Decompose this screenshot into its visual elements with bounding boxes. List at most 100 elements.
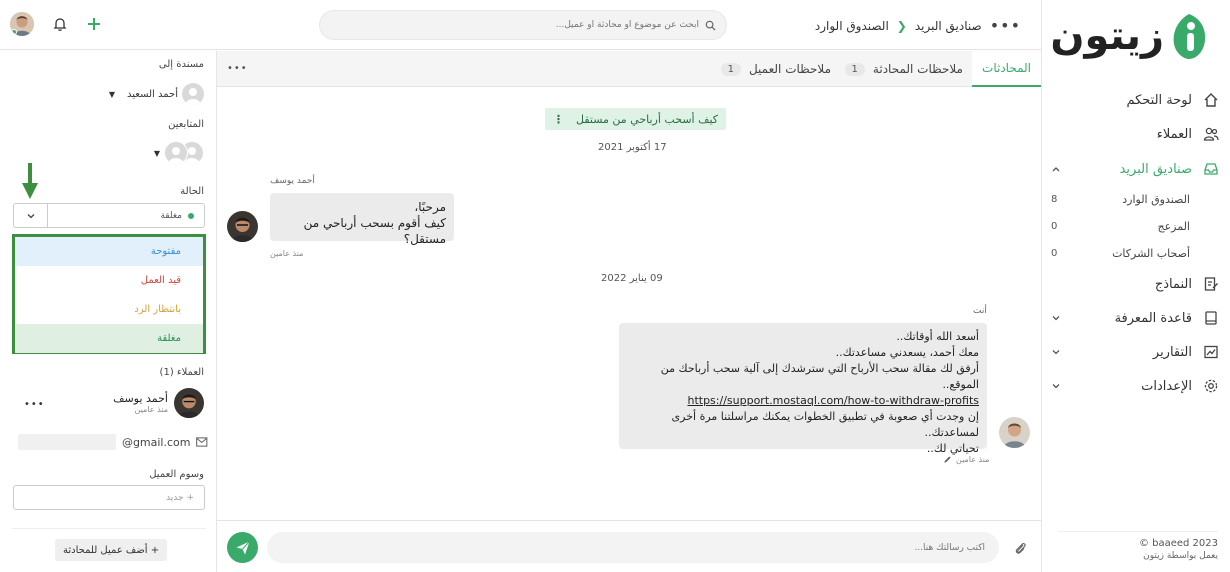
- top-bar: ••• صناديق البريد ❮ الصندوق الوارد: [0, 0, 1041, 50]
- more-icon[interactable]: •••: [990, 16, 1021, 35]
- date-separator: 17 أكتوبر 2021: [598, 142, 667, 153]
- tab-label: المحادثات: [982, 61, 1031, 75]
- powered-by-text: يعمل بواسطة زيتون: [1143, 551, 1218, 561]
- message-line: أسعد الله أوقاتك..: [896, 330, 979, 343]
- nav-item-customers[interactable]: العملاء: [1041, 120, 1230, 148]
- add-customer-button[interactable]: + أضف عميل للمحادثة: [55, 539, 168, 561]
- customer-more-icon[interactable]: •••: [24, 399, 45, 410]
- subject-text: كيف أسحب أرباحي من مستقل: [576, 112, 719, 126]
- copyright-text: © baaeed 2023: [1138, 538, 1218, 549]
- status-option-closed[interactable]: مغلقة: [15, 324, 203, 353]
- mailbox-count: 0: [1051, 247, 1058, 259]
- tab-conversations[interactable]: المحادثات: [972, 51, 1041, 87]
- arrow-down-icon: [22, 163, 38, 199]
- mailbox-spam[interactable]: المزعج 0: [1041, 215, 1230, 237]
- followers-label: المتابعين: [168, 119, 204, 130]
- mailbox-inbox[interactable]: الصندوق الوارد 8: [1041, 188, 1230, 210]
- mailbox-label: المزعج: [1157, 219, 1190, 233]
- customer-info: أحمد يوسف منذ عامين: [113, 392, 168, 414]
- bell-icon[interactable]: [52, 16, 68, 32]
- search-bar[interactable]: [319, 10, 727, 40]
- conversation-subject: كيف أسحب أرباحي من مستقل ⋮: [545, 108, 727, 130]
- mailbox-count: 8: [1051, 193, 1058, 205]
- user-avatar[interactable]: [10, 12, 34, 36]
- search-input[interactable]: [330, 20, 699, 30]
- chevron-left-icon: ❮: [896, 18, 907, 33]
- chevron-down-icon: [1052, 316, 1060, 321]
- send-icon: [236, 540, 250, 554]
- brand-name: زيتون: [1050, 13, 1165, 59]
- gear-icon: [1202, 377, 1220, 395]
- tab-customer-notes[interactable]: ملاحظات العميل 1: [720, 51, 831, 87]
- status-option-pending[interactable]: بانتظار الرد: [15, 295, 203, 324]
- chevron-up-icon: [1052, 167, 1060, 172]
- nav-item-reports[interactable]: التقارير: [1041, 338, 1230, 366]
- status-dropdown: مفتوحة قيد العمل بانتظار الرد مغلقة: [12, 234, 206, 354]
- customer-email[interactable]: @gmail.com: [122, 436, 191, 449]
- customer-card[interactable]: أحمد يوسف منذ عامين: [113, 388, 204, 418]
- breadcrumb-item[interactable]: صناديق البريد: [915, 19, 982, 33]
- nav-item-label: قاعدة المعرفة: [1114, 310, 1192, 326]
- follower-avatar: [164, 141, 188, 165]
- paperclip-icon[interactable]: [1013, 540, 1027, 556]
- message-line: مرحبًا،: [414, 200, 446, 214]
- mailbox-business-owners[interactable]: أصحاب الشركات 0: [1041, 242, 1230, 264]
- forms-icon: [1202, 275, 1220, 293]
- message-sender: أحمد يوسف: [270, 176, 315, 186]
- chevron-down-icon: [1052, 350, 1060, 355]
- chart-icon: [1202, 343, 1220, 361]
- customer-avatar: [174, 388, 204, 418]
- status-label: الحالة: [180, 186, 204, 197]
- breadcrumb-item[interactable]: الصندوق الوارد: [815, 19, 889, 33]
- followers-select[interactable]: ▼: [154, 141, 204, 165]
- tab-conversation-notes[interactable]: ملاحظات المحادثة 1: [844, 51, 963, 87]
- nav-item-label: النماذج: [1154, 276, 1192, 292]
- nav-item-label: العملاء: [1156, 126, 1192, 142]
- message-input[interactable]: [267, 532, 999, 563]
- nav-item-mailboxes[interactable]: صناديق البريد: [1041, 155, 1230, 183]
- pencil-icon[interactable]: [943, 455, 952, 464]
- status-value: مغلقة: [160, 210, 182, 221]
- kebab-icon[interactable]: ⋮: [553, 113, 564, 126]
- nav-item-settings[interactable]: الإعدادات: [1041, 372, 1230, 400]
- assignee-select[interactable]: أحمد السعيد ▼: [109, 83, 204, 105]
- tab-badge: 1: [720, 62, 741, 76]
- status-option-in-progress[interactable]: قيد العمل: [15, 266, 203, 295]
- caret-down-icon: ▼: [108, 89, 115, 99]
- brand-mark-icon: [1173, 14, 1206, 59]
- tags-label: وسوم العميل: [149, 469, 204, 480]
- status-option-open[interactable]: مفتوحة: [15, 237, 203, 266]
- nav-item-label: التقارير: [1152, 344, 1192, 360]
- tags-input[interactable]: + جديد: [13, 485, 205, 510]
- message-line: إن وجدت أي صعوبة في تطبيق الخطوات يمكنك …: [671, 410, 979, 439]
- message-line: كيف أقوم بسحب أرباحي من مستقل؟: [303, 216, 446, 246]
- nav-item-label: لوحة التحكم: [1126, 92, 1192, 108]
- agent-avatar[interactable]: [999, 417, 1030, 448]
- status-select[interactable]: مغلقة: [13, 203, 205, 228]
- message-time: منذ عامين: [956, 455, 990, 464]
- inbox-icon: [1202, 160, 1220, 178]
- nav-item-forms[interactable]: النماذج: [1041, 270, 1230, 298]
- tab-badge: 1: [844, 62, 865, 76]
- send-button[interactable]: [227, 532, 258, 563]
- message-link[interactable]: https://support.mostaql.com/how-to-withd…: [627, 393, 979, 409]
- message-bubble-incoming: مرحبًا، كيف أقوم بسحب أرباحي من مستقل؟: [270, 193, 454, 246]
- footer: © baaeed 2023 يعمل بواسطة زيتون: [1058, 531, 1218, 561]
- plus-icon[interactable]: [86, 16, 102, 32]
- message-bubble-outgoing: أسعد الله أوقاتك.. معك أحمد، يسعدني مساع…: [619, 323, 987, 455]
- conversation-tabs: المحادثات ملاحظات المحادثة 1 ملاحظات الع…: [217, 51, 1041, 87]
- nav-item-knowledge-base[interactable]: قاعدة المعرفة: [1041, 304, 1230, 332]
- mail-icon: [196, 437, 208, 447]
- tabs-more-icon[interactable]: •••: [227, 63, 248, 74]
- brand-logo[interactable]: زيتون: [1050, 12, 1208, 60]
- message-line: أرفق لك مقالة سحب الأرباح التي سترشدك إل…: [660, 362, 979, 391]
- message-line: معك أحمد، يسعدني مساعدتك..: [835, 346, 979, 359]
- search-icon: [705, 20, 716, 31]
- conversation-details-panel: مسندة إلى أحمد السعيد ▼ المتابعين ▼ الحا…: [0, 51, 217, 572]
- user-placeholder-icon: [182, 83, 204, 105]
- nav-item-dashboard[interactable]: لوحة التحكم: [1041, 86, 1230, 114]
- tab-label: ملاحظات المحادثة: [872, 62, 963, 76]
- sidebar: زيتون لوحة التحكم العملاء صناديق البريد …: [1041, 0, 1230, 572]
- mailbox-count: 0: [1051, 220, 1058, 232]
- customer-avatar[interactable]: [227, 211, 258, 242]
